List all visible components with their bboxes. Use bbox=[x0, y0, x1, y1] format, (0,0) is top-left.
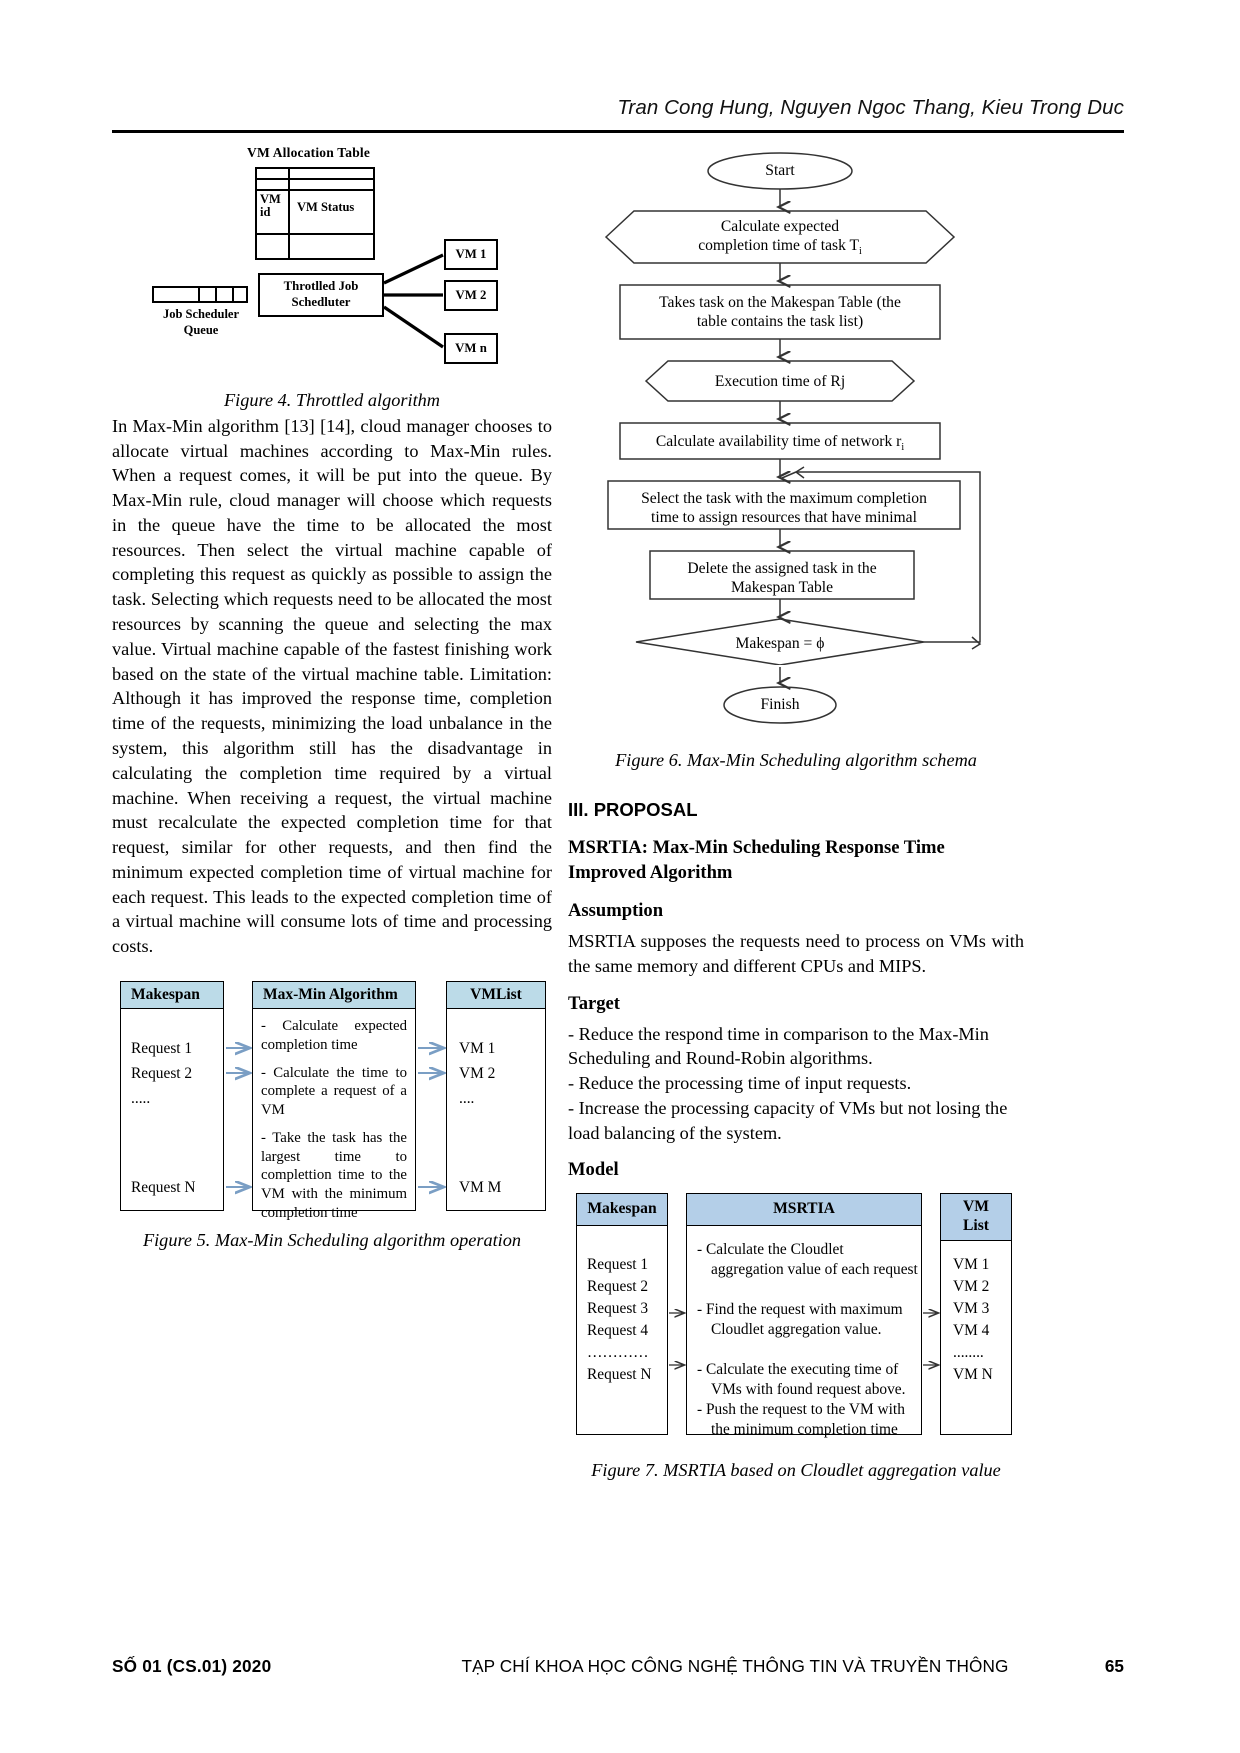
footer-page-number: 65 bbox=[1104, 1656, 1124, 1676]
figure-7-vmlist-column: VM List VM 1 VM 2 VM 3 VM 4 ........ VM … bbox=[940, 1193, 1012, 1436]
vm-allocation-table: VM id VM Status bbox=[255, 167, 375, 260]
msrtia-title: MSRTIA: Max-Min Scheduling Response Time… bbox=[568, 835, 1024, 885]
figure-7-vm-ellipsis: ........ bbox=[953, 1344, 984, 1362]
figure-7-vm-3: VM 3 bbox=[953, 1300, 990, 1318]
figure-7-vm-1: VM 1 bbox=[953, 1256, 990, 1274]
figure-5-vm-m: VM M bbox=[459, 1178, 502, 1196]
paragraph-max-min: In Max-Min algorithm [13] [14], cloud ma… bbox=[112, 415, 552, 957]
target-item-3: - Increase the processing capacity of VM… bbox=[568, 1097, 1008, 1143]
paper-page: Tran Cong Hung, Nguyen Ngoc Thang, Kieu … bbox=[0, 0, 1240, 1753]
figure-5-algorithm-column: Max-Min Algorithm - Calculate expected c… bbox=[252, 980, 416, 1221]
vm-id-header: VM id bbox=[260, 193, 287, 218]
figure-5-header-vmlist: VMList bbox=[447, 981, 545, 1009]
target-item-2: - Reduce the processing time of input re… bbox=[568, 1073, 912, 1094]
vm-id-line2: id bbox=[260, 204, 271, 219]
figure-4-caption: Figure 4. Throttled algorithm bbox=[224, 390, 440, 410]
figure-5-step-1: - Calculate expected completion time bbox=[261, 1017, 407, 1053]
scheduler-line1: Throtlled Job bbox=[283, 279, 359, 294]
figure-7-caption: Figure 7. MSRTIA based on Cloudlet aggre… bbox=[591, 1460, 1001, 1481]
scheduler-line2: Schedluter bbox=[291, 295, 351, 309]
figure-7-msrtia-column: MSRTIA - Calculate the Cloudlet aggregat… bbox=[686, 1193, 922, 1438]
footer-journal-name: TẠP CHÍ KHOA HỌC CÔNG NGHỆ THÔNG TIN VÀ … bbox=[461, 1656, 1009, 1676]
figure-5-header-makespan: Makespan bbox=[121, 981, 223, 1009]
table-row bbox=[257, 180, 373, 191]
target-item-1: - Reduce the respond time in comparison … bbox=[568, 1023, 989, 1069]
figure-5-caption: Figure 5. Max-Min Scheduling algorithm o… bbox=[142, 1229, 522, 1250]
job-scheduler-queue bbox=[152, 286, 248, 303]
figure-7-header-vmlist-line1: VM bbox=[963, 1198, 989, 1216]
figure-7-request-n: Request N bbox=[587, 1366, 652, 1384]
header-rule bbox=[112, 130, 1124, 133]
figure-7-request-ellipsis: ………… bbox=[587, 1344, 649, 1362]
figure-7-vm-4: VM 4 bbox=[953, 1322, 990, 1340]
msrtia-title-line2: Improved Algorithm bbox=[568, 861, 733, 883]
figure-6-finish-area: Finish bbox=[568, 665, 1024, 727]
figure-7-step-1: - Calculate the Cloudlet aggregation val… bbox=[697, 1241, 918, 1278]
page-footer: SỐ 01 (CS.01) 2020 TẠP CHÍ KHOA HỌC CÔNG… bbox=[112, 1656, 1124, 1677]
section-heading-proposal: III. PROPOSAL bbox=[568, 798, 698, 820]
footer-issue: SỐ 01 (CS.01) 2020 bbox=[112, 1656, 272, 1676]
vm-box-n: VM n bbox=[444, 333, 498, 364]
figure-7-makespan-column: Makespan Request 1 Request 2 Request 3 R… bbox=[576, 1193, 668, 1436]
left-column: VM Allocation Table VM id VM Status Job … bbox=[112, 145, 552, 1253]
figure-7-header-vmlist-line2: List bbox=[963, 1217, 989, 1235]
figure-5-vm-2: VM 2 bbox=[459, 1064, 496, 1082]
figure-7-request-3: Request 3 bbox=[587, 1300, 649, 1318]
table-row bbox=[257, 235, 373, 248]
figure-5-header-algorithm: Max-Min Algorithm bbox=[253, 981, 415, 1009]
figure-5-step-3: - Take the task has the largest time to … bbox=[261, 1129, 407, 1221]
figure-7-header-makespan: Makespan bbox=[577, 1194, 667, 1227]
table-column-divider bbox=[288, 169, 291, 258]
figure-7-vm-n: VM N bbox=[953, 1366, 993, 1384]
table-row bbox=[257, 169, 373, 180]
figure-7-step-2: - Find the request with maximum Cloudlet… bbox=[697, 1301, 903, 1338]
queue-label-line1: Job Scheduler bbox=[162, 307, 240, 321]
header-authors: Tran Cong Hung, Nguyen Ngoc Thang, Kieu … bbox=[617, 96, 1124, 119]
msrtia-title-line1: MSRTIA: Max-Min Scheduling Response Time bbox=[568, 836, 945, 858]
queue-slot-divider bbox=[232, 288, 235, 301]
figure-6-finish-shape bbox=[723, 667, 837, 724]
page-header: Tran Cong Hung, Nguyen Ngoc Thang, Kieu … bbox=[112, 96, 1124, 120]
figure-7-step-4: - Push the request to the VM with the mi… bbox=[697, 1401, 905, 1438]
figure-7-request-2: Request 2 bbox=[587, 1278, 649, 1296]
figure-5-vm-1: VM 1 bbox=[459, 1039, 496, 1057]
queue-slot-divider bbox=[215, 288, 218, 301]
model-heading: Model bbox=[568, 1159, 619, 1181]
figure-7-header-msrtia: MSRTIA bbox=[687, 1194, 921, 1227]
assumption-text: MSRTIA supposes the requests need to pro… bbox=[568, 930, 1024, 976]
figure-5-vm-ellipsis: .... bbox=[459, 1089, 475, 1107]
figure-4-diagram: VM Allocation Table VM id VM Status Job … bbox=[112, 145, 552, 385]
figure-6-flowchart: Start Calculate expected completion time… bbox=[568, 145, 1024, 665]
queue-slot-divider bbox=[198, 288, 201, 301]
figure-7-step-3: - Calculate the executing time of VMs wi… bbox=[697, 1361, 906, 1398]
queue-label-line2: Queue bbox=[183, 322, 219, 337]
figure-5-makespan-column: Makespan Request 1 Request 2 ..... Reque… bbox=[120, 980, 224, 1211]
vm-box-2: VM 2 bbox=[444, 280, 498, 311]
throttled-job-scheduler-box: Throtlled Job Schedluter bbox=[258, 273, 384, 317]
assumption-heading: Assumption bbox=[568, 899, 664, 921]
figure-7-header-vmlist: VM List bbox=[941, 1194, 1011, 1241]
figure-5-diagram: Makespan Request 1 Request 2 ..... Reque… bbox=[112, 980, 552, 1221]
job-scheduler-queue-label: Job Scheduler Queue bbox=[142, 307, 260, 338]
figure-7-request-4: Request 4 bbox=[587, 1322, 649, 1340]
vm-box-1: VM 1 bbox=[444, 239, 498, 270]
figure-5-request-1: Request 1 bbox=[131, 1039, 193, 1057]
target-heading: Target bbox=[568, 992, 620, 1014]
figure-5-request-n: Request N bbox=[131, 1178, 196, 1196]
figure-5-request-ellipsis: ..... bbox=[131, 1089, 151, 1107]
figure-7-diagram: Makespan Request 1 Request 2 Request 3 R… bbox=[568, 1193, 1024, 1441]
figure-5-algorithm-steps: - Calculate expected completion time - C… bbox=[253, 1009, 415, 1223]
vm-allocation-table-title: VM Allocation Table bbox=[247, 145, 371, 160]
figure-6-shapes bbox=[604, 152, 982, 665]
vm-status-header: VM Status bbox=[297, 200, 355, 214]
figure-5-step-2: - Calculate the time to complete a reque… bbox=[261, 1064, 407, 1119]
figure-5-request-2: Request 2 bbox=[131, 1064, 193, 1082]
figure-7-vm-2: VM 2 bbox=[953, 1278, 990, 1296]
figure-6-caption: Figure 6. Max-Min Scheduling algorithm s… bbox=[615, 750, 977, 770]
figure-7-request-1: Request 1 bbox=[587, 1256, 649, 1274]
right-column: Start Calculate expected completion time… bbox=[568, 145, 1024, 1483]
figure-5-vmlist-column: VMList VM 1 VM 2 .... VM M bbox=[446, 980, 546, 1211]
